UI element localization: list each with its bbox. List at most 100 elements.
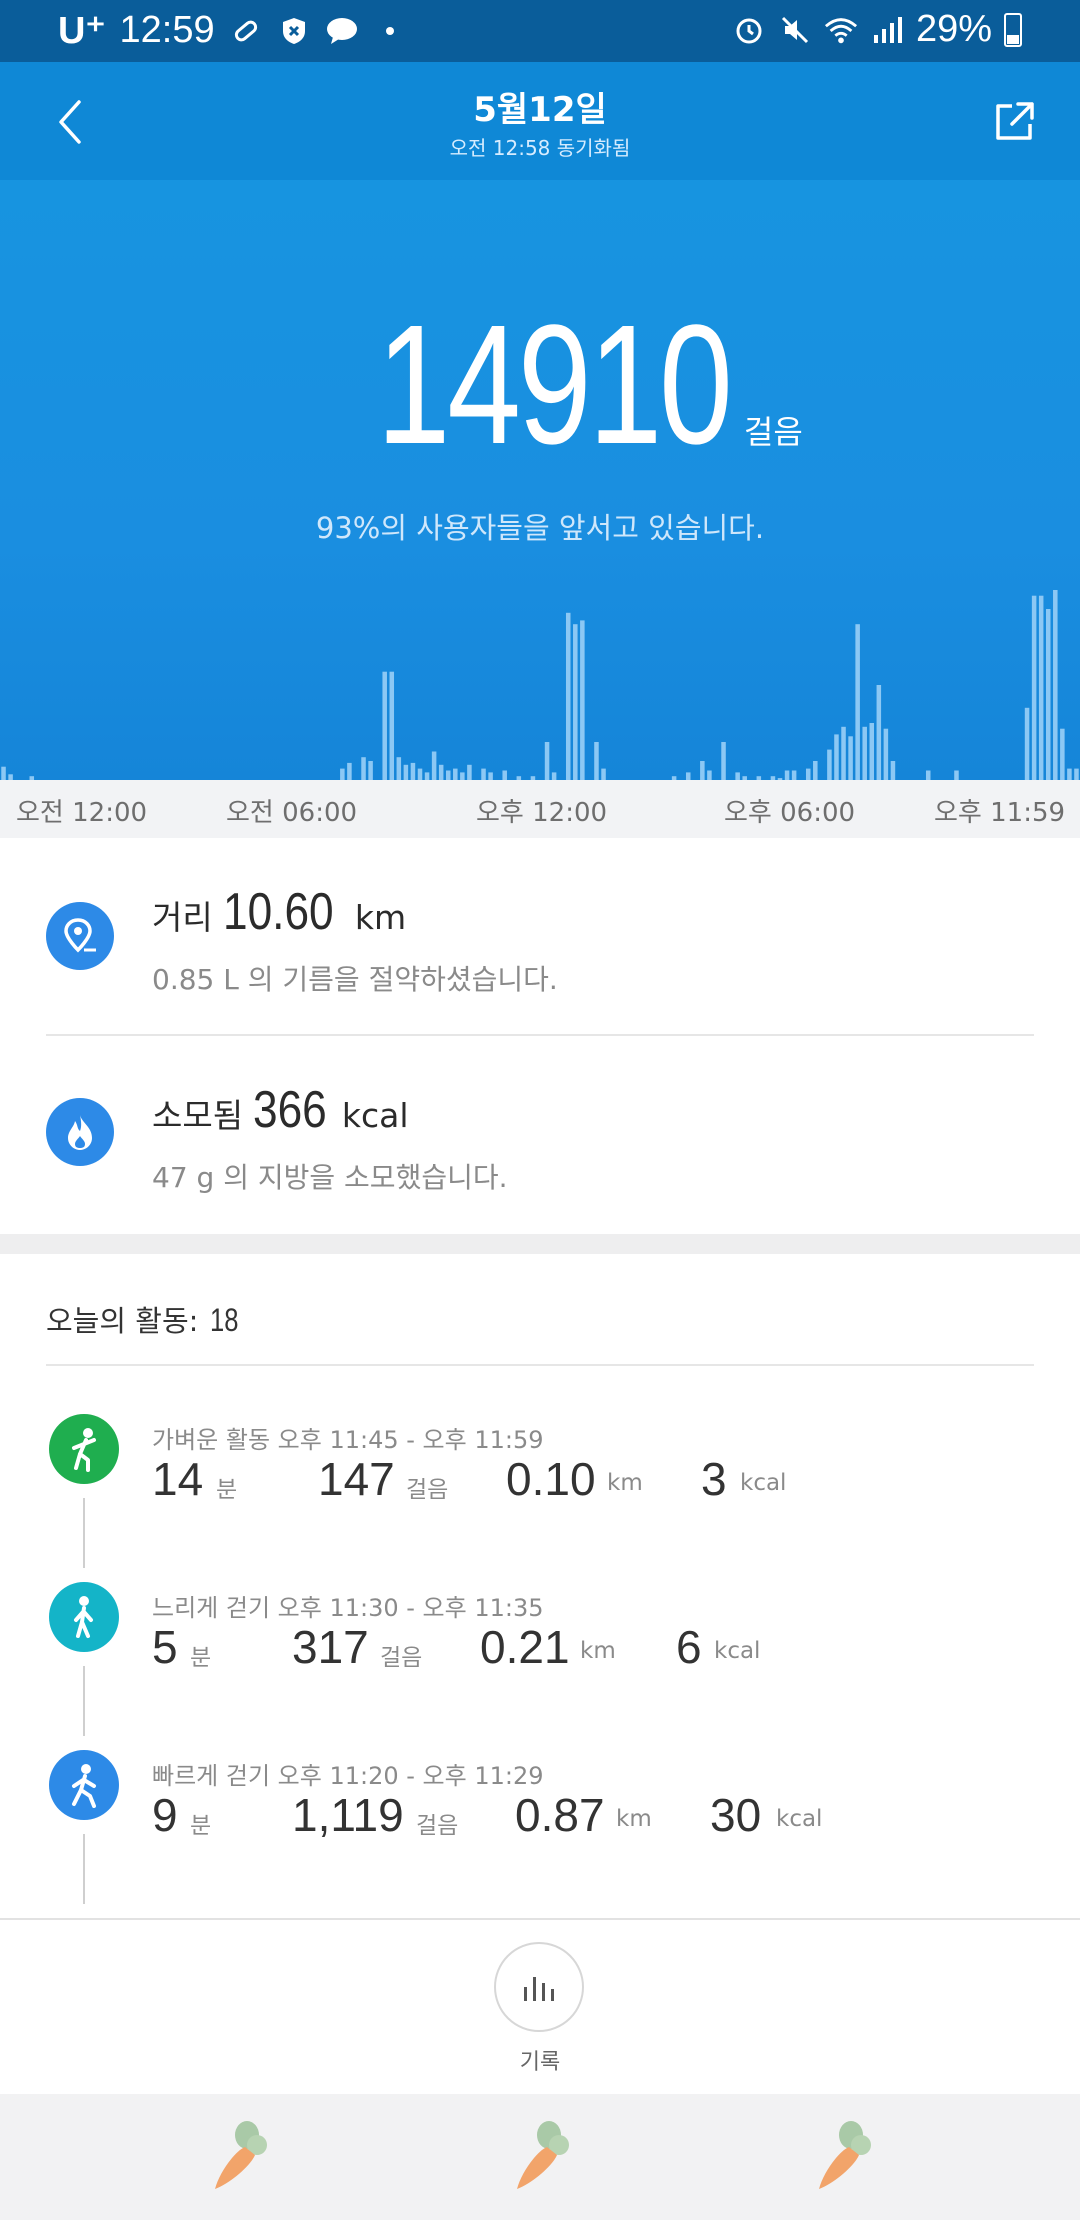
histogram-bar [601, 768, 606, 780]
tab-bar [0, 2094, 1080, 2220]
activity-kcal: 30 [710, 1789, 762, 1841]
histogram-bar [573, 624, 578, 780]
signal-icon [870, 13, 904, 47]
rank-text: 93%의 사용자들을 앞서고 있습니다. [315, 511, 765, 545]
histogram-bar [791, 770, 797, 780]
tab-carrot-3[interactable] [804, 2112, 884, 2202]
timeline-connector [83, 1666, 85, 1736]
flame-icon [46, 1098, 114, 1166]
x-tick-label: 오후 12:00 [476, 798, 608, 828]
histogram-bar [1074, 768, 1079, 780]
histogram-bar [1067, 768, 1072, 780]
histogram-bar [431, 751, 437, 780]
histogram-bar [707, 770, 712, 780]
histogram-bar [869, 723, 875, 780]
battery-percent: 29% [915, 8, 992, 50]
histogram-bar [855, 624, 860, 780]
histogram-bar [594, 742, 599, 780]
pill-icon [229, 14, 263, 48]
timeline-connector [83, 1834, 85, 1904]
page-title: 5월12일 [473, 90, 607, 130]
activity-kcal-unit: kcal [776, 1806, 823, 1832]
activity-distance-unit: km [607, 1470, 643, 1496]
activity-minutes-unit: 분 [216, 1477, 238, 1503]
activity-kcal: 3 [701, 1453, 727, 1505]
history-button[interactable] [494, 1942, 584, 2032]
histogram-bar [685, 772, 691, 780]
activity-label: 가벼운 활동 오후 11:45 - 오후 11:59 [152, 1426, 544, 1454]
tab-carrot-1[interactable] [200, 2112, 280, 2202]
activities-count: 18 [210, 1302, 239, 1338]
share-button[interactable] [984, 92, 1044, 152]
activity-minutes: 5 [152, 1621, 178, 1673]
histogram-bar [551, 772, 557, 780]
activity-label: 빠르게 걷기 오후 11:20 - 오후 11:29 [152, 1762, 544, 1790]
divider [0, 1918, 1080, 1920]
activity-item[interactable]: 느리게 걷기 오후 11:30 - 오후 11:35 5 분 317 걸음 0.… [0, 1582, 1080, 1750]
histogram-bar [580, 620, 585, 780]
histogram-bar [424, 772, 430, 780]
timeline-connector [83, 1498, 85, 1568]
histogram-bar [368, 761, 373, 780]
x-tick-label: 오전 12:00 [16, 798, 148, 828]
histogram-bar [805, 768, 811, 780]
histogram-bar [848, 736, 853, 780]
activity-item[interactable]: 가벼운 활동 오후 11:45 - 오후 11:59 14 분 147 걸음 0… [0, 1414, 1080, 1582]
activity-steps-unit: 걸음 [416, 1813, 459, 1839]
activity-distance: 0.21 [480, 1621, 570, 1673]
histogram-bar [841, 726, 846, 780]
activity-steps: 1,119 [292, 1789, 404, 1841]
histogram-bar [488, 772, 493, 780]
histogram-bar [721, 742, 726, 780]
calories-row[interactable]: 소모됨 366 kcal 47 g 의 지방을 소모했습니다. [0, 1038, 1080, 1236]
histogram-bar [735, 772, 740, 780]
activity-distance-unit: km [580, 1638, 616, 1664]
battery-icon [1004, 12, 1022, 47]
histogram-bar [954, 770, 959, 780]
status-time: 12:59 [119, 9, 215, 51]
activity-kcal-unit: kcal [714, 1638, 761, 1664]
location-pin-icon [46, 902, 114, 970]
distance-label: 거리 [152, 898, 213, 937]
histogram-bar [925, 770, 931, 780]
activities-heading: 오늘의 활동: 18 [46, 1298, 246, 1340]
calories-sub: 47 g 의 지방을 소모했습니다. [152, 1161, 508, 1194]
history-label: 기록 [519, 2050, 561, 2075]
distance-unit: km [354, 898, 407, 937]
histogram-bar [862, 726, 867, 780]
histogram-bar [417, 768, 423, 780]
activity-minutes-unit: 분 [190, 1645, 212, 1671]
carrot-icon [517, 2121, 569, 2189]
histogram-bar [876, 685, 882, 780]
app-header: 5월12일 오전 12:58 동기화됨 [0, 62, 1080, 180]
step-unit: 걸음 [743, 413, 803, 451]
activity-minutes-unit: 분 [190, 1813, 212, 1839]
histogram-bar [382, 671, 387, 780]
carrier-label: U⁺ [58, 10, 106, 52]
histogram-bar [502, 770, 507, 780]
histogram-bar [1053, 590, 1058, 780]
histogram-bar [453, 768, 458, 780]
bar-chart-icon [524, 1977, 554, 2001]
histogram-bar [460, 772, 465, 780]
status-bar: U⁺ 12:59 29% [0, 0, 1080, 62]
divider [46, 1034, 1034, 1036]
talk-icon [325, 14, 359, 48]
histogram-bar [565, 612, 571, 780]
alarm-icon [732, 13, 766, 47]
histogram-bar [410, 762, 416, 780]
step-histogram [1, 590, 1079, 780]
activity-kcal: 6 [676, 1621, 702, 1673]
histogram-bar [890, 761, 896, 780]
histogram-bar [827, 749, 832, 780]
distance-row[interactable]: 거리 10.60 km 0.85 L 의 기름을 절약하셨습니다. [0, 840, 1080, 1038]
histogram-bar [467, 764, 472, 780]
activity-steps: 147 [318, 1453, 395, 1505]
tab-carrot-2[interactable] [502, 2112, 582, 2202]
activity-distance-unit: km [616, 1806, 652, 1832]
x-tick-label: 오전 06:00 [226, 798, 358, 828]
step-count: 14910 [376, 290, 733, 480]
activity-distance: 0.10 [506, 1453, 596, 1505]
activity-item[interactable]: 빠르게 걷기 오후 11:20 - 오후 11:29 9 분 1,119 걸음 … [0, 1750, 1080, 1918]
time-axis: 오전 12:00 오전 06:00 오후 12:00 오후 06:00 오후 1… [0, 780, 1080, 838]
